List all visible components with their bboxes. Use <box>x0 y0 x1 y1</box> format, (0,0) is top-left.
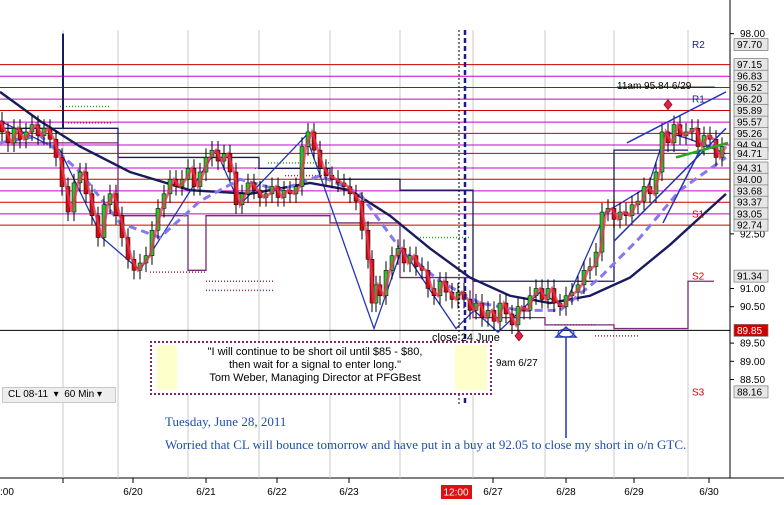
x-tick-label: 6/22 <box>267 487 287 498</box>
quote-line-1: "I will continue to be short oil until $… <box>207 346 423 358</box>
price-tag-label: 96.20 <box>737 95 762 106</box>
quote-text: "I will continue to be short oil until $… <box>180 346 450 385</box>
note-text: Worried that CL will bounce tomorrow and… <box>165 437 687 452</box>
high-marker-label: 11am 95.84 6/29 <box>617 81 692 92</box>
y-tick-label: 91.00 <box>740 284 765 295</box>
interval-label[interactable]: 60 Min <box>64 389 94 400</box>
price-tag-label: 97.15 <box>737 60 762 71</box>
price-tag-label: 97.70 <box>737 40 762 51</box>
price-tag-label: 96.83 <box>737 72 762 83</box>
note-date: Tuesday, June 28, 2011 <box>165 414 287 429</box>
x-tick-label: 6/29 <box>624 487 644 498</box>
session-highlight <box>455 345 487 390</box>
price-tag-label: 92.74 <box>737 221 762 232</box>
close-annotation: close 24 June <box>432 332 500 344</box>
x-tick-label: 6/30 <box>699 487 719 498</box>
x-tick-label: :00 <box>0 487 14 498</box>
price-tag-label: 88.16 <box>737 387 762 398</box>
price-tag-label: 96.52 <box>737 83 762 94</box>
price-tag-label: 94.00 <box>737 175 762 186</box>
quote-highlight <box>157 345 177 390</box>
last-price-tag-label: 89.85 <box>737 326 762 337</box>
price-tag-label: 95.26 <box>737 129 762 140</box>
quote-line-2: then wait for a signal to enter long." <box>228 359 402 371</box>
symbol-label[interactable]: CL 08-11 <box>8 389 48 400</box>
pivot-label-r1: R1 <box>692 95 705 106</box>
x-tick-label: 6/20 <box>123 487 143 498</box>
y-tick-label: 89.50 <box>740 339 765 350</box>
pivot-label-s2: S2 <box>692 272 705 283</box>
quote-line-3: Tom Weber, Managing Director at PFGBest <box>209 372 421 384</box>
x-tick-label: 6/27 <box>483 487 503 498</box>
x-tick-label: 6/28 <box>556 487 576 498</box>
pivot-label-r2: R2 <box>692 40 705 51</box>
price-chart: 98.0092.5091.0090.5089.5089.0088.5097.70… <box>0 0 784 505</box>
price-tag-label: 93.05 <box>737 209 762 220</box>
price-tag-label: 95.57 <box>737 118 762 129</box>
price-tag-label: 93.68 <box>737 186 762 197</box>
price-tag-label: 94.71 <box>737 149 762 160</box>
x-tick-label: 6/23 <box>339 487 359 498</box>
price-tag-label: 91.34 <box>737 272 762 283</box>
interval-dropdown-icon[interactable]: ▾ <box>97 389 102 400</box>
pivot-label-s3: S3 <box>692 387 705 398</box>
chart-root: 98.00 92.50 91.00 90.50 89.50 89.00 88.50 97.70… <box>0 0 784 505</box>
time-marker-label: 12:00 <box>443 488 468 499</box>
low-marker-label: 9am 6/27 <box>496 358 538 369</box>
y-tick-label: 89.00 <box>740 357 765 368</box>
symbol-dropdown-icon[interactable]: ▾ <box>54 389 59 400</box>
x-tick-label: 6/21 <box>196 487 216 498</box>
y-tick-label: 90.50 <box>740 302 765 313</box>
pivot-label-s1: S1 <box>692 209 705 220</box>
y-tick-label: 88.50 <box>740 375 765 386</box>
price-tag-label: 93.37 <box>737 198 762 209</box>
price-tag-label: 94.31 <box>737 163 762 174</box>
symbol-interval-selector[interactable]: CL 08-11 ▾ 60 Min ▾ <box>2 387 116 403</box>
price-tag-label: 95.89 <box>737 106 762 117</box>
